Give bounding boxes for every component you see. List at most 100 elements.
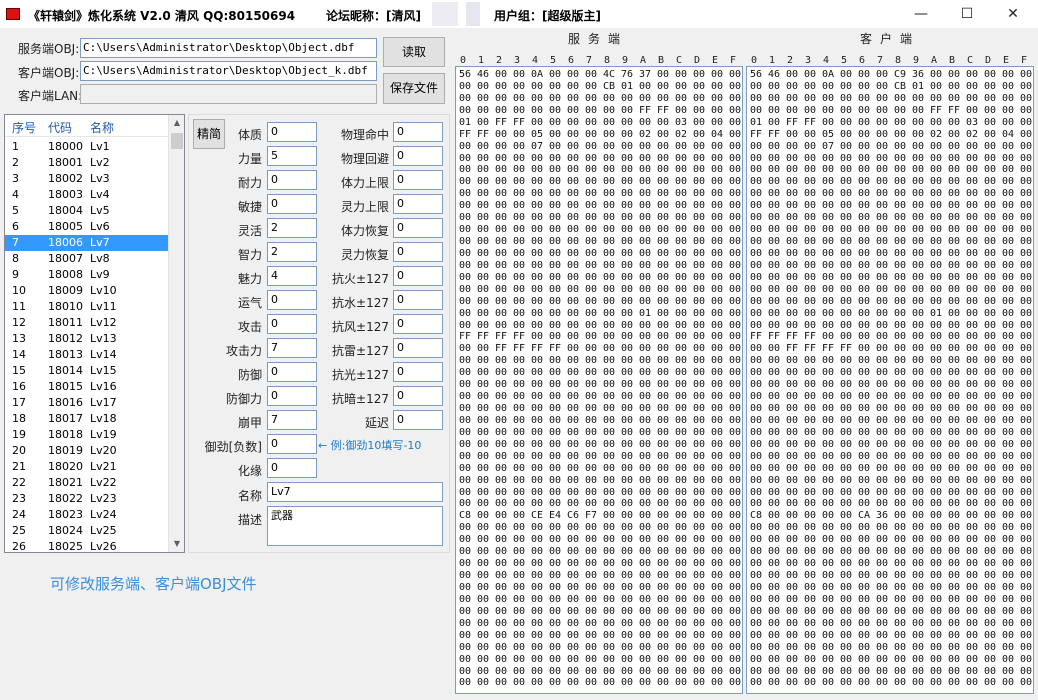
hex-byte[interactable]: 00 — [510, 141, 528, 153]
hex-byte[interactable]: 00 — [1017, 69, 1033, 81]
hex-byte[interactable]: 00 — [927, 582, 945, 594]
hex-byte[interactable]: 00 — [981, 546, 999, 558]
hex-byte[interactable]: 00 — [981, 81, 999, 93]
hex-byte[interactable]: 00 — [873, 666, 891, 678]
hex-byte[interactable]: 00 — [618, 153, 636, 165]
hex-byte[interactable]: FF — [510, 117, 528, 129]
hex-byte[interactable]: 00 — [801, 498, 819, 510]
hex-byte[interactable]: 00 — [672, 570, 690, 582]
hex-byte[interactable]: 00 — [819, 654, 837, 666]
hex-byte[interactable]: 00 — [546, 475, 564, 487]
hex-byte[interactable]: 00 — [546, 367, 564, 379]
hex-byte[interactable]: 00 — [582, 284, 600, 296]
hex-byte[interactable]: 00 — [510, 594, 528, 606]
hex-byte[interactable]: 00 — [981, 522, 999, 534]
hex-byte[interactable]: 00 — [618, 654, 636, 666]
hex-byte[interactable]: C9 — [891, 69, 909, 81]
hex-byte[interactable]: 00 — [528, 415, 546, 427]
hex-byte[interactable]: 00 — [765, 284, 783, 296]
hex-byte[interactable]: 00 — [528, 439, 546, 451]
hex-byte[interactable]: 00 — [783, 391, 801, 403]
hex-byte[interactable]: 00 — [618, 105, 636, 117]
hex-byte[interactable]: 00 — [708, 272, 726, 284]
hex-byte[interactable]: 00 — [528, 260, 546, 272]
hex-byte[interactable]: 00 — [747, 105, 765, 117]
hex-byte[interactable]: 00 — [963, 153, 981, 165]
hex-byte[interactable]: 00 — [765, 212, 783, 224]
hex-byte[interactable]: 00 — [546, 272, 564, 284]
hex-byte[interactable]: 00 — [492, 677, 510, 689]
hex-byte[interactable]: 00 — [1017, 284, 1033, 296]
hex-byte[interactable]: 00 — [1017, 260, 1033, 272]
hex-byte[interactable]: 00 — [474, 81, 492, 93]
hex-byte[interactable]: 00 — [801, 296, 819, 308]
hex-byte[interactable]: 00 — [654, 582, 672, 594]
hex-byte[interactable]: 00 — [510, 427, 528, 439]
hex-byte[interactable]: 00 — [528, 654, 546, 666]
hex-byte[interactable]: 00 — [564, 105, 582, 117]
hex-byte[interactable]: 00 — [819, 666, 837, 678]
hex-byte[interactable]: 00 — [510, 93, 528, 105]
hex-byte[interactable]: 00 — [474, 510, 492, 522]
hex-byte[interactable]: 00 — [963, 510, 981, 522]
hex-byte[interactable]: 00 — [963, 343, 981, 355]
hex-byte[interactable]: 00 — [837, 355, 855, 367]
hex-byte[interactable]: 00 — [636, 654, 654, 666]
hex-byte[interactable]: 00 — [999, 666, 1017, 678]
hex-byte[interactable]: 00 — [708, 284, 726, 296]
hex-byte[interactable]: 00 — [564, 618, 582, 630]
hex-byte[interactable]: 00 — [672, 546, 690, 558]
attr-field[interactable]: 0 — [267, 122, 317, 142]
hex-byte[interactable]: 00 — [636, 630, 654, 642]
hex-byte[interactable]: 00 — [945, 320, 963, 332]
hex-byte[interactable]: 00 — [708, 403, 726, 415]
hex-byte[interactable]: 00 — [546, 606, 564, 618]
hex-byte[interactable]: 00 — [765, 224, 783, 236]
hex-byte[interactable]: 00 — [891, 475, 909, 487]
hex-byte[interactable]: 00 — [510, 510, 528, 522]
hex-byte[interactable]: 00 — [891, 164, 909, 176]
hex-byte[interactable]: 00 — [708, 666, 726, 678]
hex-byte[interactable]: 00 — [492, 81, 510, 93]
hex-byte[interactable]: 00 — [981, 367, 999, 379]
hex-byte[interactable]: 00 — [492, 451, 510, 463]
hex-byte[interactable]: 00 — [672, 331, 690, 343]
hex-byte[interactable]: 00 — [726, 355, 742, 367]
hex-byte[interactable]: 00 — [492, 439, 510, 451]
hex-byte[interactable]: 00 — [690, 570, 708, 582]
hex-byte[interactable]: 00 — [618, 630, 636, 642]
hex-byte[interactable]: 00 — [456, 81, 474, 93]
hex-byte[interactable]: 00 — [945, 463, 963, 475]
hex-byte[interactable]: 00 — [747, 248, 765, 260]
hex-byte[interactable]: 00 — [528, 558, 546, 570]
attr-field[interactable]: 2 — [267, 242, 317, 262]
hex-byte[interactable]: 00 — [672, 188, 690, 200]
hex-byte[interactable]: 00 — [528, 546, 546, 558]
hex-byte[interactable]: FF — [801, 117, 819, 129]
hex-byte[interactable]: 00 — [747, 606, 765, 618]
hex-byte[interactable]: 00 — [981, 666, 999, 678]
hex-byte[interactable]: 00 — [636, 463, 654, 475]
hex-byte[interactable]: 00 — [600, 594, 618, 606]
hex-byte[interactable]: 00 — [999, 498, 1017, 510]
hex-byte[interactable]: 00 — [927, 475, 945, 487]
hex-byte[interactable]: 00 — [927, 487, 945, 499]
hex-byte[interactable]: 00 — [945, 594, 963, 606]
hex-byte[interactable]: 00 — [636, 141, 654, 153]
hex-byte[interactable]: 00 — [909, 510, 927, 522]
hex-byte[interactable]: 00 — [819, 379, 837, 391]
hex-byte[interactable]: 00 — [837, 200, 855, 212]
hex-byte[interactable]: 00 — [618, 594, 636, 606]
hex-byte[interactable]: 00 — [456, 594, 474, 606]
list-item[interactable]: 8 18007 Lv8 — [5, 251, 168, 267]
hex-byte[interactable]: 00 — [618, 487, 636, 499]
hex-byte[interactable]: 00 — [891, 105, 909, 117]
hex-byte[interactable]: 00 — [873, 93, 891, 105]
hex-byte[interactable]: 00 — [981, 331, 999, 343]
hex-byte[interactable]: 00 — [927, 272, 945, 284]
hex-byte[interactable]: 00 — [945, 522, 963, 534]
hex-byte[interactable]: 00 — [726, 320, 742, 332]
hex-byte[interactable]: 00 — [837, 129, 855, 141]
hex-byte[interactable]: 00 — [600, 522, 618, 534]
hex-byte[interactable]: 00 — [963, 463, 981, 475]
